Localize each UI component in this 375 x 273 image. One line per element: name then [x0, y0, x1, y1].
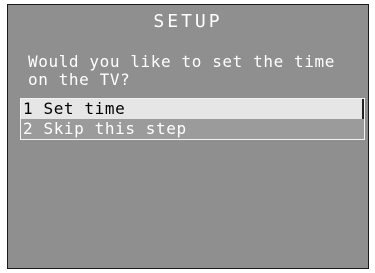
screen-title: SETUP [153, 11, 223, 32]
menu-item-set-time[interactable]: 1 Set time [21, 99, 364, 119]
setup-menu: 1 Set time 2 Skip this step [20, 98, 365, 140]
setup-question: Would you like to set the time on the TV… [28, 52, 335, 89]
menu-item-skip-step[interactable]: 2 Skip this step [21, 119, 364, 139]
tv-setup-screen: SETUP Would you like to set the time on … [7, 4, 369, 269]
